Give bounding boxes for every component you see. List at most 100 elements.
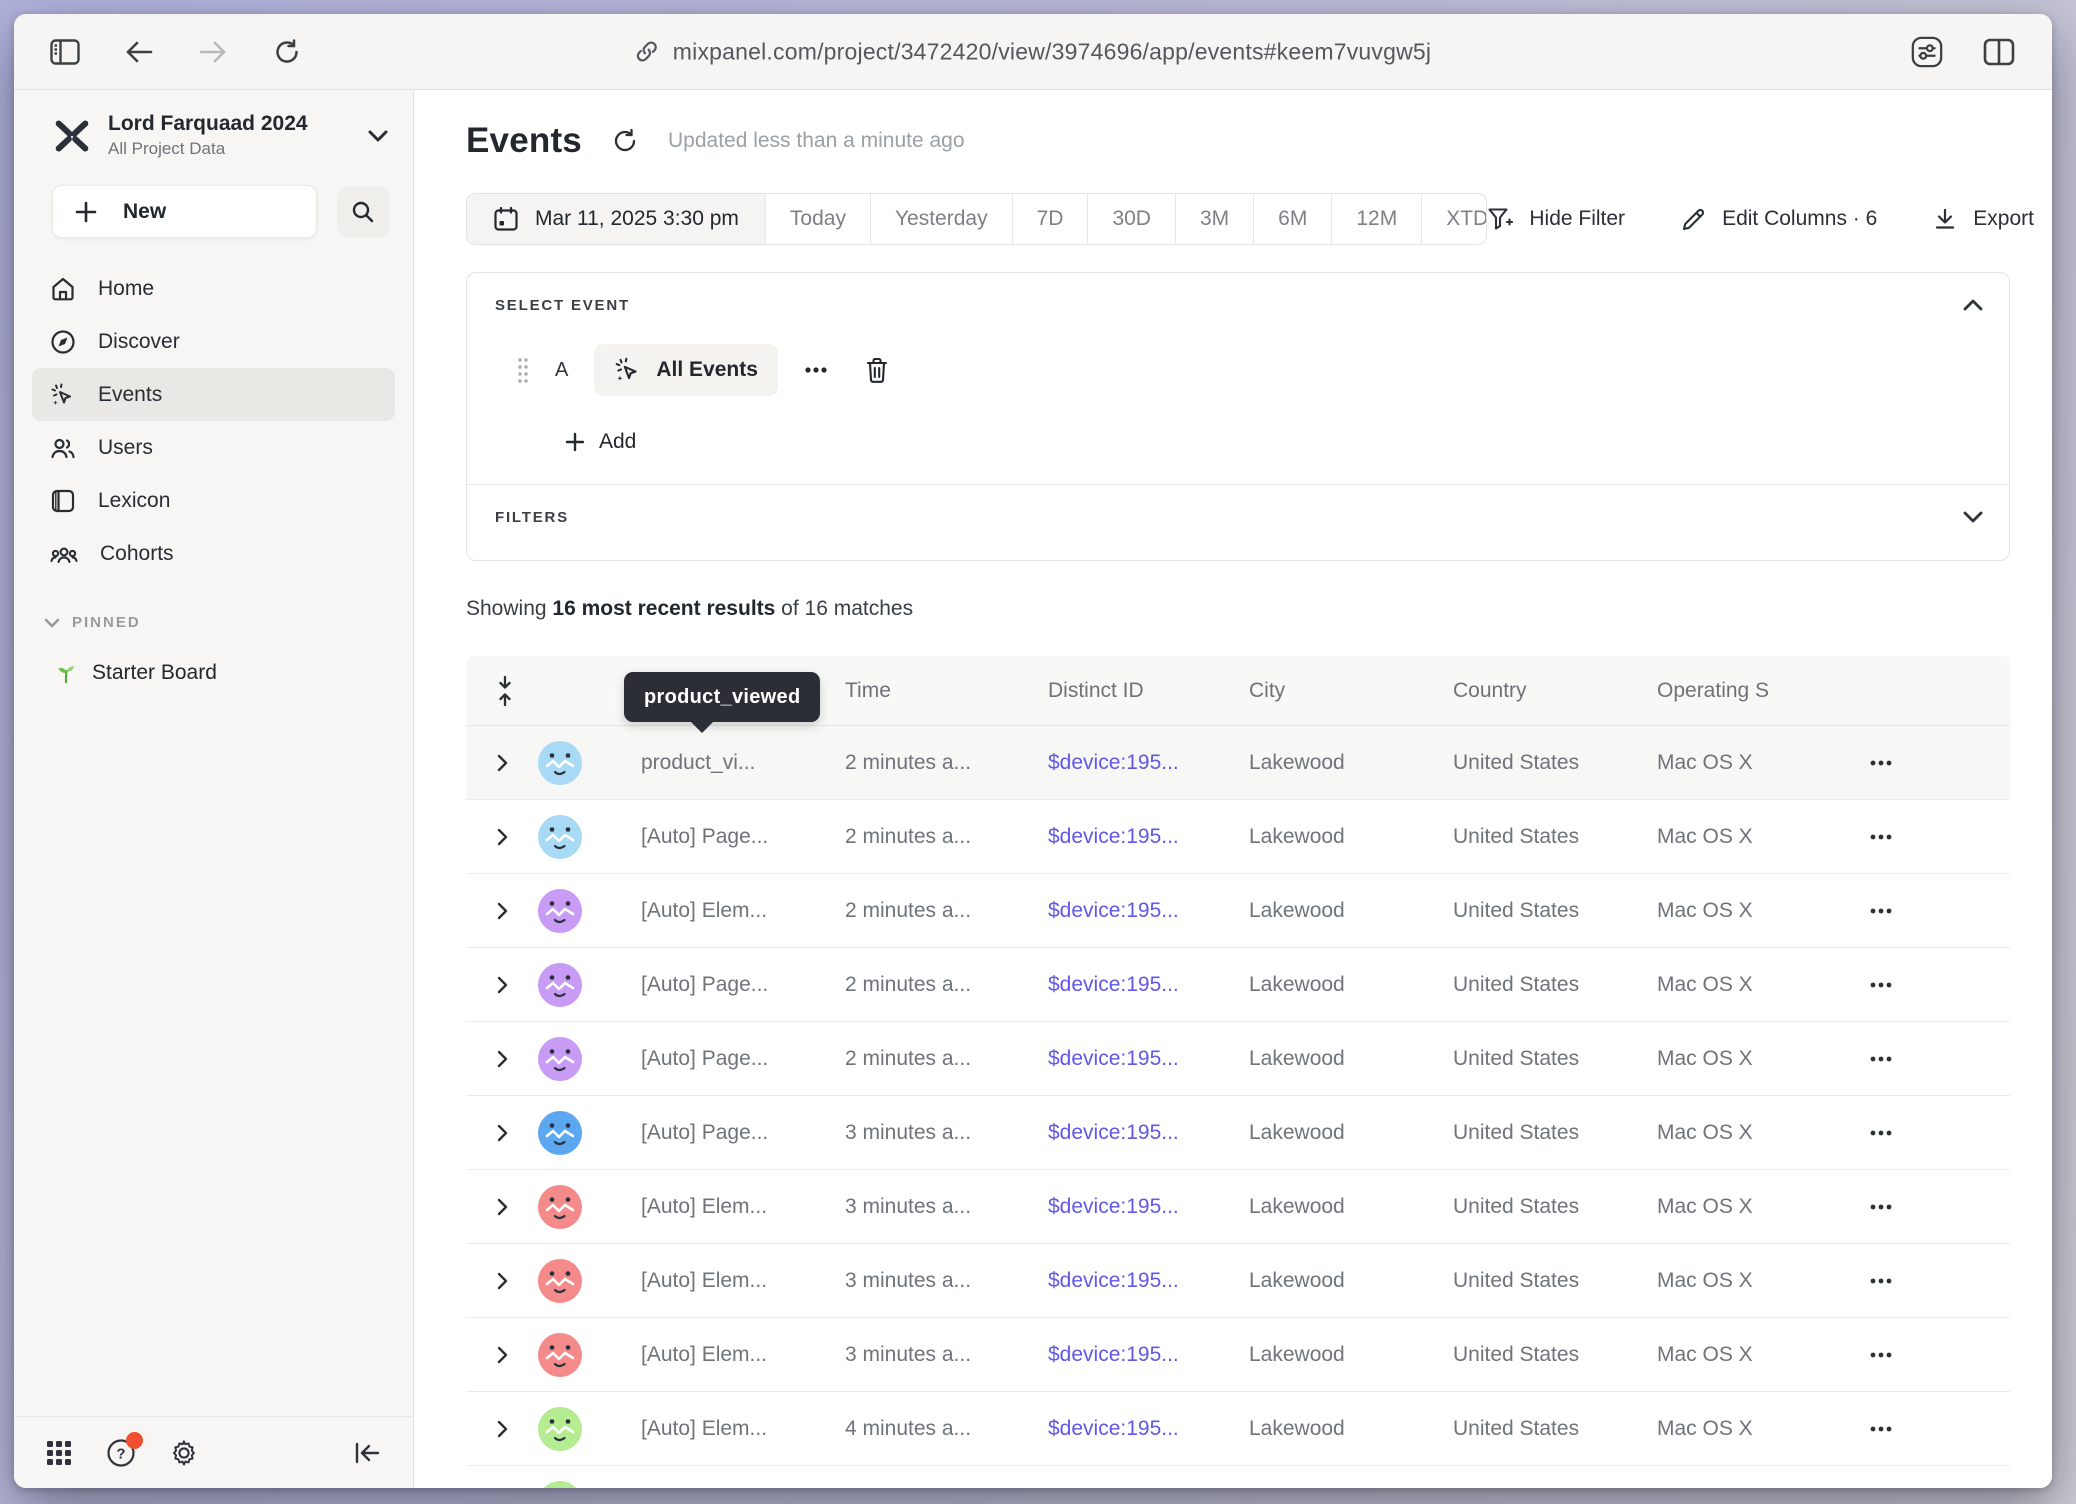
row-actions-button[interactable] — [1869, 1351, 1893, 1359]
collapse-rows-icon[interactable] — [466, 656, 538, 725]
address-bar[interactable]: mixpanel.com/project/3472420/view/397469… — [635, 38, 1431, 65]
chevron-up-icon[interactable] — [1963, 299, 1983, 311]
expand-row-icon[interactable] — [466, 1096, 538, 1169]
delete-event-button[interactable] — [864, 356, 890, 384]
drag-handle-icon[interactable] — [517, 356, 529, 384]
edit-columns-button[interactable]: Edit Columns · 6 — [1681, 207, 1877, 232]
table-row[interactable]: [Auto] Page... 2 minutes a... $device:19… — [466, 1022, 2010, 1096]
split-view-icon[interactable] — [1982, 35, 2016, 69]
range-3m[interactable]: 3M — [1175, 194, 1253, 244]
sidebar-item-discover[interactable]: Discover — [32, 315, 395, 368]
pinned-item-starter-board[interactable]: Starter Board — [14, 631, 413, 685]
range-6m[interactable]: 6M — [1253, 194, 1331, 244]
table-row[interactable]: [Auto] Elem... 3 minutes a... $device:19… — [466, 1244, 2010, 1318]
expand-row-icon[interactable] — [466, 1392, 538, 1465]
event-more-options-button[interactable] — [804, 366, 828, 374]
table-row[interactable]: [Auto] Elem... 3 minutes a... $device:19… — [466, 1318, 2010, 1392]
col-header-operating-system[interactable]: Operating S — [1657, 679, 1769, 703]
distinct-id-link[interactable]: $device:195... — [1048, 751, 1179, 775]
event-name-cell[interactable]: [Auto] Elem... — [641, 1417, 767, 1441]
sidebar-item-cohorts[interactable]: Cohorts — [32, 527, 395, 580]
hide-filter-button[interactable]: Hide Filter — [1487, 207, 1625, 231]
sidebar-item-lexicon[interactable]: Lexicon — [32, 474, 395, 527]
table-row[interactable] — [466, 1466, 2010, 1488]
expand-row-icon[interactable] — [466, 726, 538, 799]
expand-row-icon[interactable] — [466, 948, 538, 1021]
search-button[interactable] — [337, 186, 389, 238]
event-name-cell[interactable]: [Auto] Page... — [641, 973, 768, 997]
table-row[interactable]: [Auto] Elem... 4 minutes a... $device:19… — [466, 1392, 2010, 1466]
back-icon[interactable] — [122, 35, 156, 69]
row-actions-button[interactable] — [1869, 1277, 1893, 1285]
event-name-cell[interactable]: [Auto] Page... — [641, 1047, 768, 1071]
col-header-city[interactable]: City — [1249, 679, 1285, 703]
distinct-id-link[interactable]: $device:195... — [1048, 1343, 1179, 1367]
range-yesterday[interactable]: Yesterday — [870, 194, 1012, 244]
refresh-icon[interactable] — [612, 128, 638, 154]
range-xtd[interactable]: XTD — [1421, 194, 1487, 244]
settings-gear-icon[interactable] — [170, 1439, 198, 1467]
distinct-id-link[interactable]: $device:195... — [1048, 1047, 1179, 1071]
table-row[interactable]: [Auto] Page... 2 minutes a... $device:19… — [466, 948, 2010, 1022]
distinct-id-link[interactable]: $device:195... — [1048, 973, 1179, 997]
page-settings-icon[interactable] — [1910, 35, 1944, 69]
chevron-down-icon[interactable] — [1963, 511, 1983, 523]
col-header-time[interactable]: Time — [845, 679, 891, 703]
row-actions-button[interactable] — [1869, 981, 1893, 989]
project-switcher[interactable]: Lord Farquaad 2024 All Project Data — [14, 90, 413, 159]
distinct-id-link[interactable]: $device:195... — [1048, 899, 1179, 923]
row-actions-button[interactable] — [1869, 759, 1893, 767]
date-picker-button[interactable]: Mar 11, 2025 3:30 pm — [467, 194, 765, 244]
event-selector-chip[interactable]: All Events — [594, 344, 778, 396]
event-name-cell[interactable]: [Auto] Page... — [641, 1121, 768, 1145]
forward-icon[interactable] — [196, 35, 230, 69]
range-12m[interactable]: 12M — [1331, 194, 1421, 244]
row-actions-button[interactable] — [1869, 1055, 1893, 1063]
distinct-id-link[interactable]: $device:195... — [1048, 1269, 1179, 1293]
browser-sidebar-toggle-icon[interactable] — [48, 35, 82, 69]
event-name-cell[interactable]: [Auto] Elem... — [641, 1343, 767, 1367]
distinct-id-link[interactable]: $device:195... — [1048, 1195, 1179, 1219]
event-name-cell[interactable]: [Auto] Elem... — [641, 1269, 767, 1293]
col-header-country[interactable]: Country — [1453, 679, 1527, 703]
expand-row-icon[interactable] — [466, 874, 538, 947]
expand-row-icon[interactable] — [466, 1318, 538, 1391]
table-row[interactable]: [Auto] Elem... 3 minutes a... $device:19… — [466, 1170, 2010, 1244]
table-row[interactable]: product_vi... 2 minutes a... $device:195… — [466, 726, 2010, 800]
pinned-section-toggle[interactable]: PINNED — [14, 580, 413, 631]
reload-icon[interactable] — [270, 35, 304, 69]
row-actions-button[interactable] — [1869, 833, 1893, 841]
expand-row-icon[interactable] — [466, 1022, 538, 1095]
sidebar-item-home[interactable]: Home — [32, 262, 395, 315]
export-button[interactable]: Export — [1933, 207, 2034, 231]
expand-row-icon[interactable] — [466, 1466, 538, 1488]
expand-row-icon[interactable] — [466, 800, 538, 873]
table-row[interactable]: [Auto] Elem... 2 minutes a... $device:19… — [466, 874, 2010, 948]
sidebar-item-users[interactable]: Users — [32, 421, 395, 474]
distinct-id-link[interactable]: $device:195... — [1048, 1417, 1179, 1441]
expand-row-icon[interactable] — [466, 1170, 538, 1243]
range-7d[interactable]: 7D — [1012, 194, 1088, 244]
table-row[interactable]: [Auto] Page... 2 minutes a... $device:19… — [466, 800, 2010, 874]
event-name-cell[interactable]: [Auto] Elem... — [641, 1195, 767, 1219]
row-actions-button[interactable] — [1869, 1129, 1893, 1137]
collapse-sidebar-icon[interactable] — [353, 1441, 381, 1465]
distinct-id-link[interactable]: $device:195... — [1048, 825, 1179, 849]
apps-grid-icon[interactable] — [46, 1440, 72, 1466]
add-event-button[interactable]: Add — [565, 430, 1981, 454]
col-header-distinct-id[interactable]: Distinct ID — [1048, 679, 1144, 703]
table-row[interactable]: [Auto] Page... 3 minutes a... $device:19… — [466, 1096, 2010, 1170]
range-30d[interactable]: 30D — [1087, 194, 1175, 244]
help-icon[interactable]: ? — [106, 1438, 136, 1468]
event-name-cell[interactable]: [Auto] Elem... — [641, 899, 767, 923]
sidebar-item-events[interactable]: Events — [32, 368, 395, 421]
row-actions-button[interactable] — [1869, 1203, 1893, 1211]
event-name-cell[interactable]: [Auto] Page... — [641, 825, 768, 849]
event-name-cell[interactable]: product_vi... — [641, 751, 755, 775]
range-today[interactable]: Today — [765, 194, 870, 244]
new-button[interactable]: New — [52, 185, 317, 238]
row-actions-button[interactable] — [1869, 907, 1893, 915]
row-actions-button[interactable] — [1869, 1425, 1893, 1433]
expand-row-icon[interactable] — [466, 1244, 538, 1317]
distinct-id-link[interactable]: $device:195... — [1048, 1121, 1179, 1145]
